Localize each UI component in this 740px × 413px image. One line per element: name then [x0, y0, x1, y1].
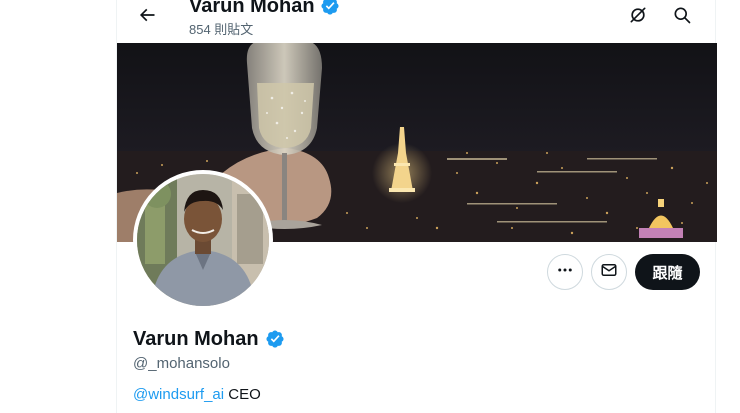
- header-title: Varun Mohan: [189, 0, 315, 17]
- grok-icon: [628, 5, 648, 30]
- profile-bio: @windsurf_ai CEO: [133, 385, 261, 405]
- verified-badge-icon[interactable]: [320, 0, 340, 16]
- bio-mention-link[interactable]: @windsurf_ai: [133, 386, 224, 403]
- profile-handle: @_mohansolo: [133, 355, 230, 372]
- post-count: 854 則貼文: [189, 22, 254, 37]
- display-name: Varun Mohan: [133, 328, 259, 350]
- grok-button[interactable]: [620, 0, 656, 34]
- profile-name-row: Varun Mohan: [133, 327, 285, 351]
- envelope-icon: [600, 261, 618, 284]
- arrow-left-icon: [137, 5, 157, 30]
- avatar-image: [137, 174, 269, 306]
- top-bar: Varun Mohan 854 則貼文: [117, 0, 717, 43]
- profile-column: Varun Mohan 854 則貼文 跟隨 Varun Mohan @_moh…: [116, 0, 717, 413]
- message-button[interactable]: [591, 254, 627, 290]
- search-icon: [672, 5, 692, 30]
- search-button[interactable]: [664, 0, 700, 34]
- profile-page: Varun Mohan 854 則貼文 跟隨 Varun Mohan @_moh…: [0, 0, 740, 413]
- profile-avatar[interactable]: [133, 170, 273, 310]
- follow-button[interactable]: 跟隨: [635, 254, 700, 290]
- back-button[interactable]: [129, 0, 165, 34]
- verified-badge-icon[interactable]: [265, 329, 285, 349]
- more-icon: [556, 261, 574, 284]
- more-button[interactable]: [547, 254, 583, 290]
- header-title-block: Varun Mohan 854 則貼文: [189, 0, 340, 38]
- bio-text: CEO: [224, 386, 261, 403]
